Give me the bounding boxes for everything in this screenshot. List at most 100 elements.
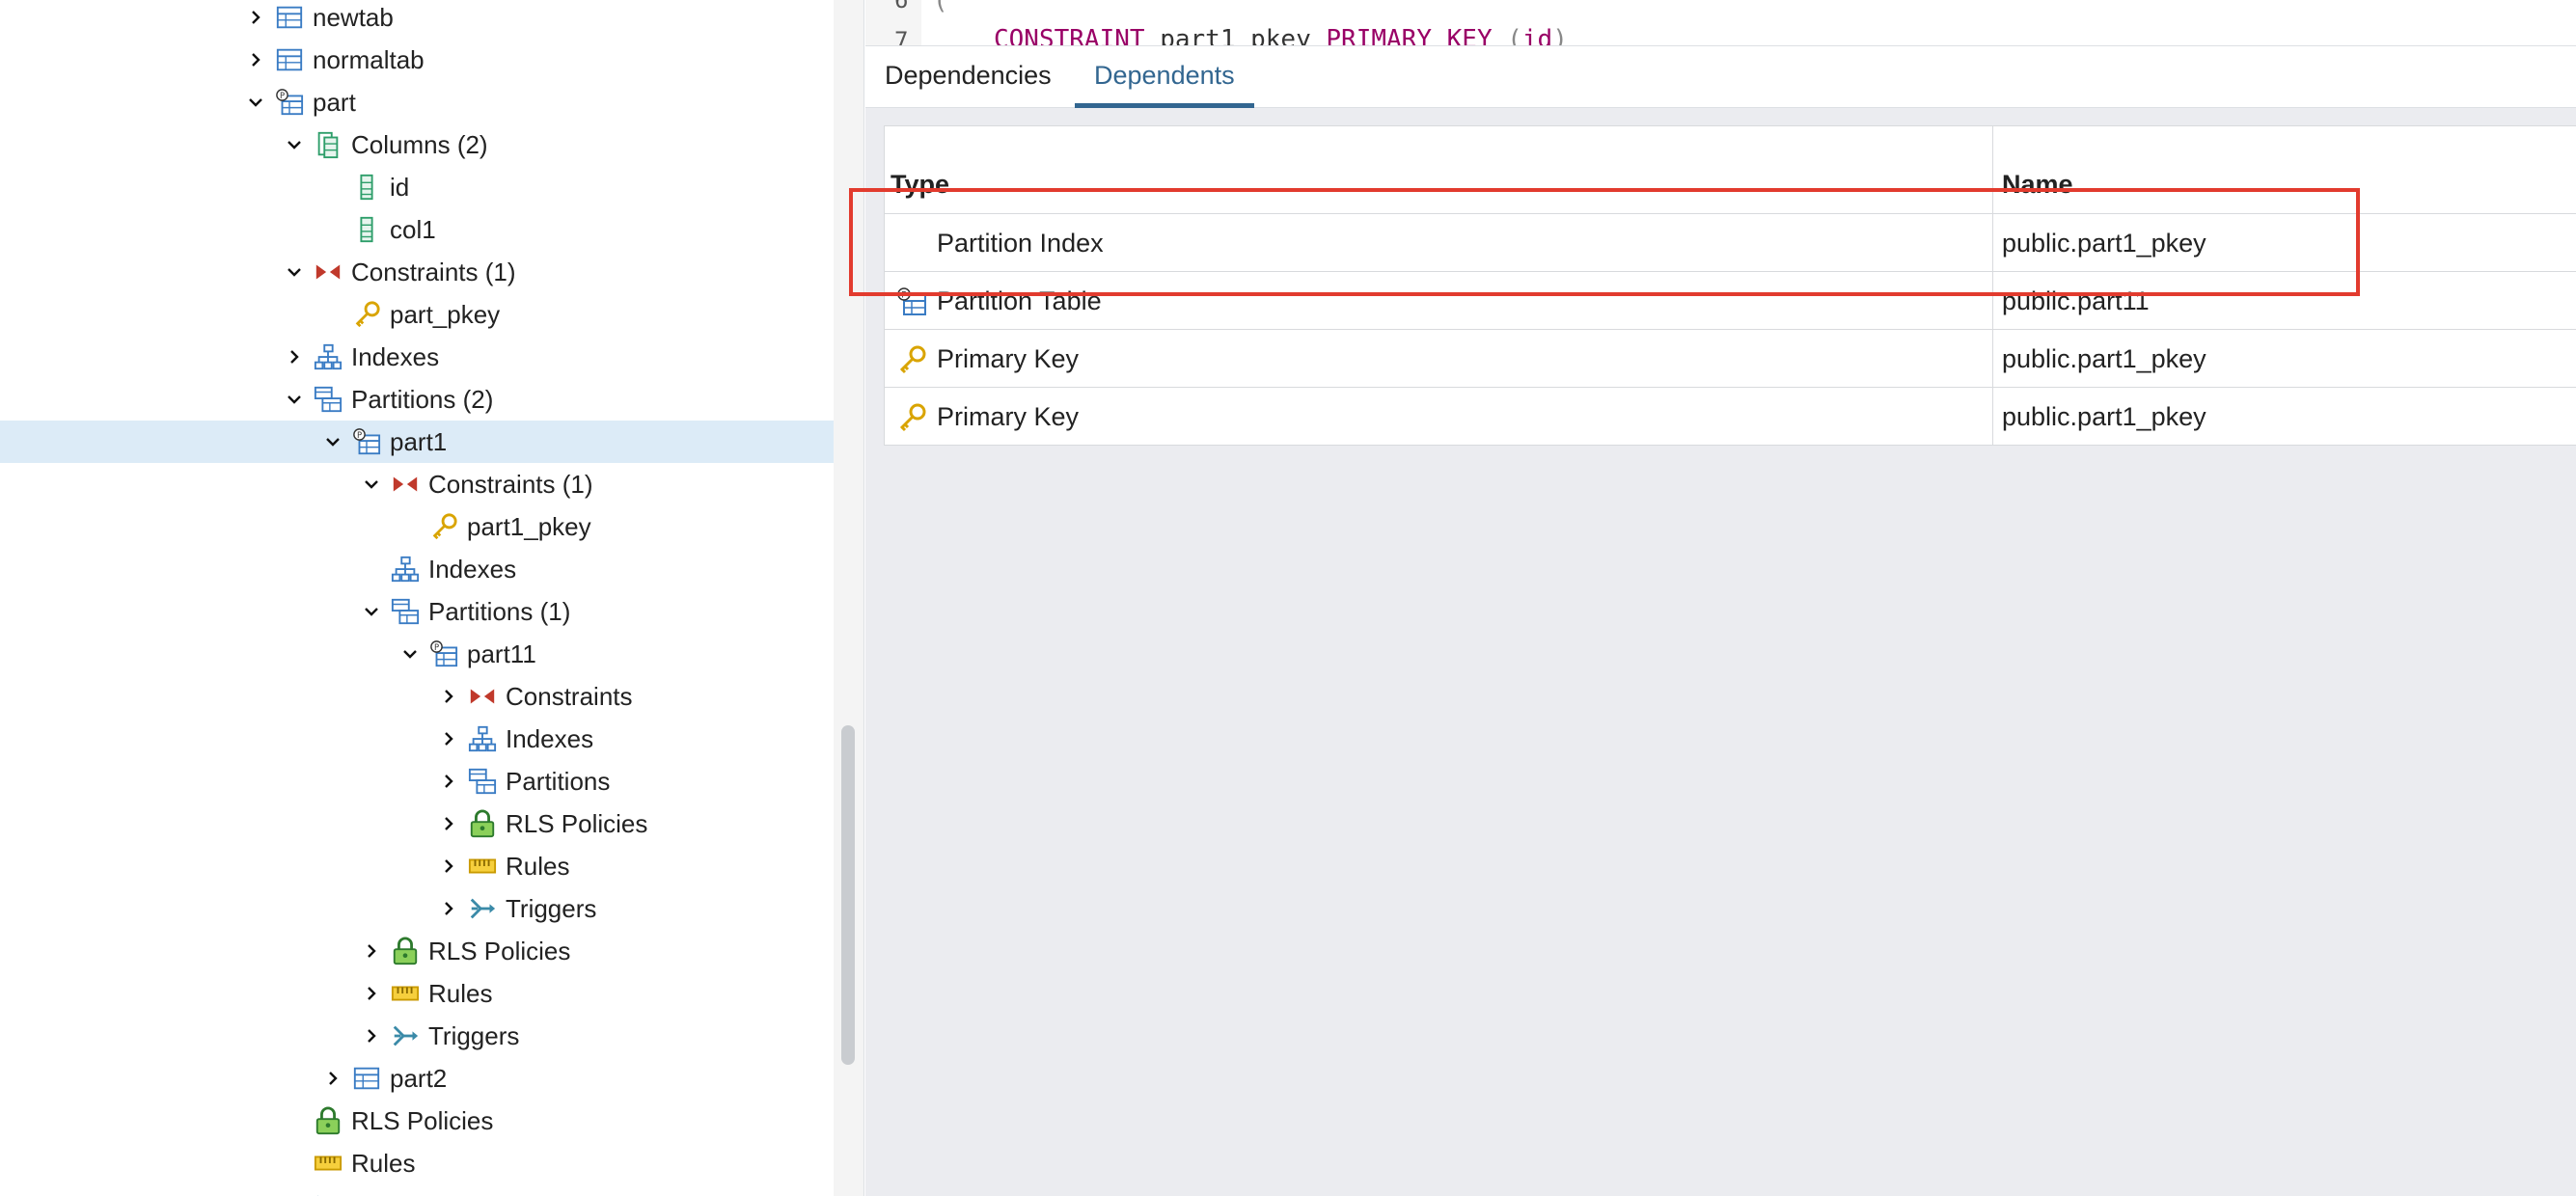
triggers-icon	[390, 1020, 421, 1051]
tree-node-triggers[interactable]: Triggers	[0, 887, 834, 930]
tree-node-triggers[interactable]: Triggers	[0, 1015, 834, 1057]
tree-node-label: Constraints	[506, 682, 633, 711]
chevron-down-icon[interactable]	[284, 261, 305, 283]
chevron-down-icon[interactable]	[245, 92, 266, 113]
chevron-down-icon[interactable]	[322, 431, 343, 452]
primary-key-icon	[896, 344, 927, 375]
properties-panel: 6 ( 7 CONSTRAINT part1_pkey PRIMARY KEY …	[865, 0, 2576, 1196]
chevron-right-icon[interactable]	[438, 898, 459, 919]
object-explorer-tree: newtab normaltab Ppart Columns (2) id col1 Con…	[0, 0, 834, 1196]
tree-node-part1[interactable]: Ppart1	[0, 421, 834, 463]
tree-node-col1[interactable]: col1	[0, 208, 834, 251]
chevron-right-icon[interactable]	[361, 1025, 382, 1046]
tree-node-indexes[interactable]: Indexes	[0, 718, 834, 760]
chevron-right-icon[interactable]	[361, 940, 382, 962]
chevron-right-icon[interactable]	[438, 686, 459, 707]
tree-node-label: part_pkey	[390, 300, 501, 329]
chevron-down-icon[interactable]	[284, 134, 305, 155]
line-number: 7	[894, 27, 909, 46]
tree-node-columns-2[interactable]: Columns (2)	[0, 123, 834, 166]
tree-node-partitions[interactable]: Partitions	[0, 760, 834, 802]
triggers-icon	[467, 893, 498, 924]
column-icon	[351, 214, 382, 245]
tree-node-constraints-1[interactable]: Constraints (1)	[0, 251, 834, 293]
tree-node-label: Rules	[428, 979, 493, 1008]
svg-text:P: P	[901, 291, 907, 301]
tree-node-rls-policies[interactable]: RLS Policies	[0, 930, 834, 972]
tab-dependents[interactable]: Dependents	[1075, 46, 1254, 108]
rules-icon	[390, 978, 421, 1009]
tree-node-label: Indexes	[428, 555, 517, 584]
chevron-down-icon[interactable]	[361, 601, 382, 622]
primary-key-icon	[896, 402, 927, 433]
tree-node-part2[interactable]: part2	[0, 1057, 834, 1100]
tree-node-rules[interactable]: Rules	[0, 972, 834, 1015]
dependents-grid: Type Name Partition Index public.part1_pk…	[884, 125, 2576, 446]
constraints-icon	[390, 469, 421, 500]
tree-node-label: part1_pkey	[467, 512, 591, 541]
tree-node-id[interactable]: id	[0, 166, 834, 208]
tree-node-label: col1	[390, 215, 436, 244]
partitions-icon	[467, 766, 498, 797]
table-row[interactable]: Partition Index public.part1_pkey	[885, 214, 2576, 272]
tree-node-label: Partitions (1)	[428, 597, 571, 626]
tree-node-triggers[interactable]: Triggers	[0, 1184, 834, 1196]
constraints-icon	[313, 257, 343, 287]
chevron-right-icon[interactable]	[438, 813, 459, 834]
code-paren: )	[1552, 25, 1568, 46]
chevron-right-icon[interactable]	[322, 1068, 343, 1089]
tree-node-rls-policies[interactable]: RLS Policies	[0, 1100, 834, 1142]
tree-node-part11[interactable]: Ppart11	[0, 633, 834, 675]
tree-node-part[interactable]: Ppart	[0, 81, 834, 123]
line-gutter	[865, 0, 921, 45]
chevron-right-icon[interactable]	[245, 49, 266, 70]
tree-node-indexes[interactable]: Indexes	[0, 336, 834, 378]
cell-name: public.part1_pkey	[2002, 402, 2206, 431]
sql-code-strip: 6 ( 7 CONSTRAINT part1_pkey PRIMARY KEY …	[865, 0, 2576, 46]
chevron-right-icon[interactable]	[361, 983, 382, 1004]
tree-node-rls-policies[interactable]: RLS Policies	[0, 802, 834, 845]
table-row[interactable]: P Partition Table public.part11	[885, 272, 2576, 330]
chevron-right-icon[interactable]	[438, 728, 459, 749]
tree-node-rules[interactable]: Rules	[0, 845, 834, 887]
svg-text:P: P	[280, 91, 285, 100]
tree-node-indexes[interactable]: Indexes	[0, 548, 834, 590]
tree-node-label: normaltab	[313, 45, 425, 74]
column-header-name[interactable]: Name	[2002, 155, 2073, 213]
tab-dependencies[interactable]: Dependencies	[865, 46, 1071, 108]
table-row[interactable]: Primary Key public.part1_pkey	[885, 388, 2576, 446]
column-header-type[interactable]: Type	[891, 155, 949, 213]
chevron-down-icon[interactable]	[284, 389, 305, 410]
chevron-right-icon[interactable]	[284, 346, 305, 367]
tree-node-constraints-1[interactable]: Constraints (1)	[0, 463, 834, 505]
chevron-down-icon[interactable]	[361, 474, 382, 495]
tree-scrollbar[interactable]	[834, 0, 864, 1196]
rules-icon	[467, 851, 498, 882]
tree-node-label: Triggers	[428, 1021, 520, 1050]
chevron-right-icon[interactable]	[245, 7, 266, 28]
tree-node-partitions-1[interactable]: Partitions (1)	[0, 590, 834, 633]
table-row[interactable]: Primary Key public.part1_pkey	[885, 330, 2576, 388]
chevron-down-icon[interactable]	[399, 643, 421, 665]
tree-node-label: part1	[390, 427, 448, 456]
tree-node-label: id	[390, 173, 410, 202]
tree-node-label: RLS Policies	[506, 809, 648, 838]
chevron-right-icon[interactable]	[438, 856, 459, 877]
tree-node-part1-pkey[interactable]: part1_pkey	[0, 505, 834, 548]
partitioned-table-icon: P	[351, 426, 382, 457]
tree-node-newtab[interactable]: newtab	[0, 0, 834, 39]
tree-node-part-pkey[interactable]: part_pkey	[0, 293, 834, 336]
chevron-right-icon[interactable]	[438, 771, 459, 792]
code-column: id	[1521, 25, 1553, 46]
tree-node-label: Constraints (1)	[351, 258, 516, 286]
cell-type: Partition Table	[937, 286, 1102, 315]
tree-node-rules[interactable]: Rules	[0, 1142, 834, 1184]
tree-scroll-thumb[interactable]	[841, 725, 855, 1065]
tree-node-constraints[interactable]: Constraints	[0, 675, 834, 718]
triggers-icon	[313, 1190, 343, 1196]
tree-node-normaltab[interactable]: normaltab	[0, 39, 834, 81]
primary-key-icon	[351, 299, 382, 330]
tree-node-label: Columns (2)	[351, 130, 488, 159]
tree-node-partitions-2[interactable]: Partitions (2)	[0, 378, 834, 421]
cell-name: public.part1_pkey	[2002, 344, 2206, 373]
